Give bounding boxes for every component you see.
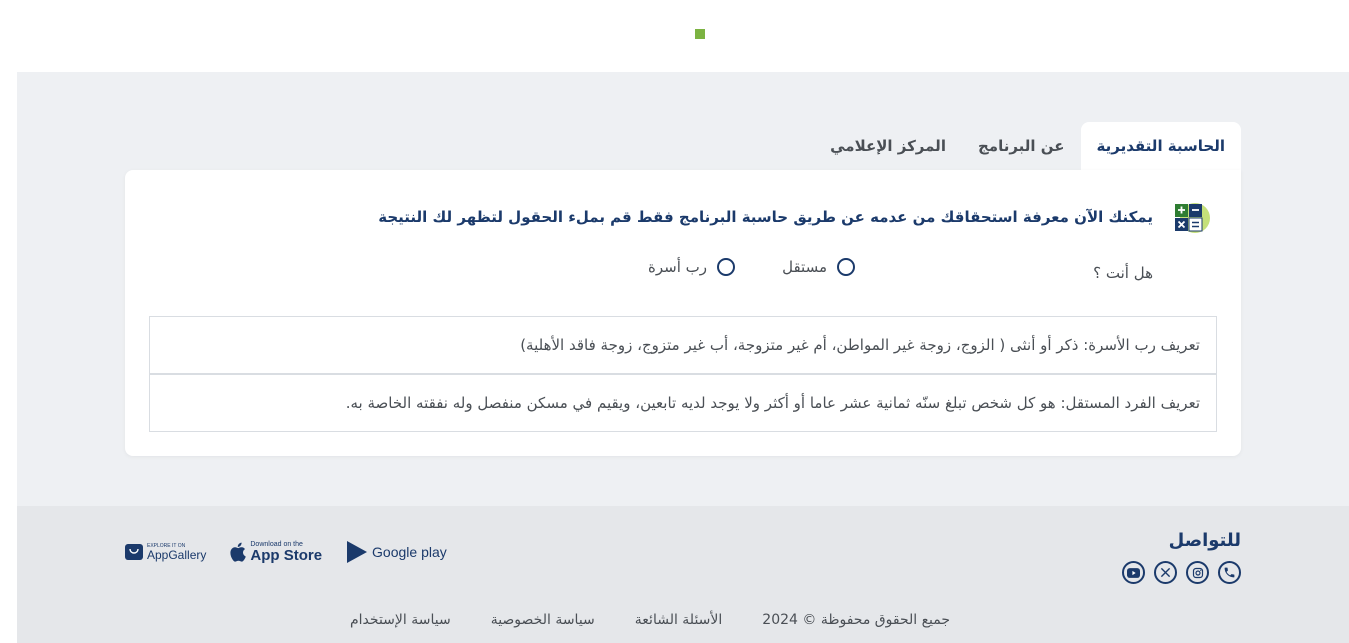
app-stores: EXPLORE IT ON AppGallery Download on the… bbox=[125, 540, 447, 564]
apple-icon bbox=[230, 542, 247, 562]
tab-bar: الحاسبة التقديرية عن البرنامج المركز الإ… bbox=[125, 122, 1241, 172]
app-store-label: App Store bbox=[250, 547, 323, 564]
social-icons bbox=[1122, 561, 1241, 584]
independent-definition: تعريف الفرد المستقل: هو كل شخص تبلغ سنّه… bbox=[149, 374, 1217, 432]
radio-family-head-label: رب أسرة bbox=[647, 258, 707, 276]
x-icon[interactable] bbox=[1154, 561, 1177, 584]
radio-independent-label: مستقل bbox=[782, 258, 827, 276]
radio-independent[interactable]: مستقل bbox=[782, 258, 855, 276]
tab-calculator[interactable]: الحاسبة التقديرية bbox=[1080, 122, 1241, 170]
slider-indicator[interactable] bbox=[695, 29, 705, 39]
google-play-icon bbox=[347, 541, 368, 563]
huawei-icon bbox=[125, 544, 143, 560]
copyright-text: جميع الحقوق محفوظة © 2024 bbox=[762, 612, 951, 628]
google-play-label: Google play bbox=[372, 544, 447, 560]
faq-link[interactable]: الأسئلة الشائعة bbox=[635, 612, 723, 628]
appgallery-badge[interactable]: EXPLORE IT ON AppGallery bbox=[125, 543, 207, 562]
privacy-policy-link[interactable]: سياسة الخصوصية bbox=[491, 612, 595, 628]
calculator-card: يمكنك الآن معرفة استحقاقك من عدمه عن طري… bbox=[125, 170, 1241, 456]
app-store-badge[interactable]: Download on the App Store bbox=[230, 541, 322, 563]
appgallery-label: AppGallery bbox=[147, 547, 207, 562]
instagram-icon[interactable] bbox=[1186, 561, 1209, 584]
google-play-badge[interactable]: Google play bbox=[346, 540, 447, 564]
top-strip bbox=[17, 0, 1349, 72]
radio-circle-icon[interactable] bbox=[837, 258, 855, 276]
family-head-definition: تعريف رب الأسرة: ذكر أو أنثى ( الزوج، زو… bbox=[149, 316, 1217, 374]
tab-about[interactable]: عن البرنامج bbox=[962, 122, 1081, 170]
contact-title: للتواصل bbox=[1168, 530, 1241, 551]
tab-media-center[interactable]: المركز الإعلامي bbox=[814, 122, 962, 170]
phone-icon[interactable] bbox=[1218, 561, 1241, 584]
calculator-icon bbox=[1175, 203, 1210, 233]
footer: للتواصل EXPLORE IT ON AppGallery Downloa… bbox=[17, 506, 1349, 643]
radio-family-head[interactable]: رب أسرة bbox=[648, 258, 735, 276]
footer-links: جميع الحقوق محفوظة © 2024 الأسئلة الشائع… bbox=[350, 612, 950, 628]
left-edge bbox=[0, 0, 17, 643]
calculator-intro: يمكنك الآن معرفة استحقاقك من عدمه عن طري… bbox=[378, 208, 1153, 226]
radio-circle-icon[interactable] bbox=[717, 258, 735, 276]
user-type-question: هل أنت ؟ bbox=[1093, 264, 1153, 282]
terms-of-use-link[interactable]: سياسة الإستخدام bbox=[350, 612, 451, 628]
youtube-icon[interactable] bbox=[1122, 561, 1145, 584]
